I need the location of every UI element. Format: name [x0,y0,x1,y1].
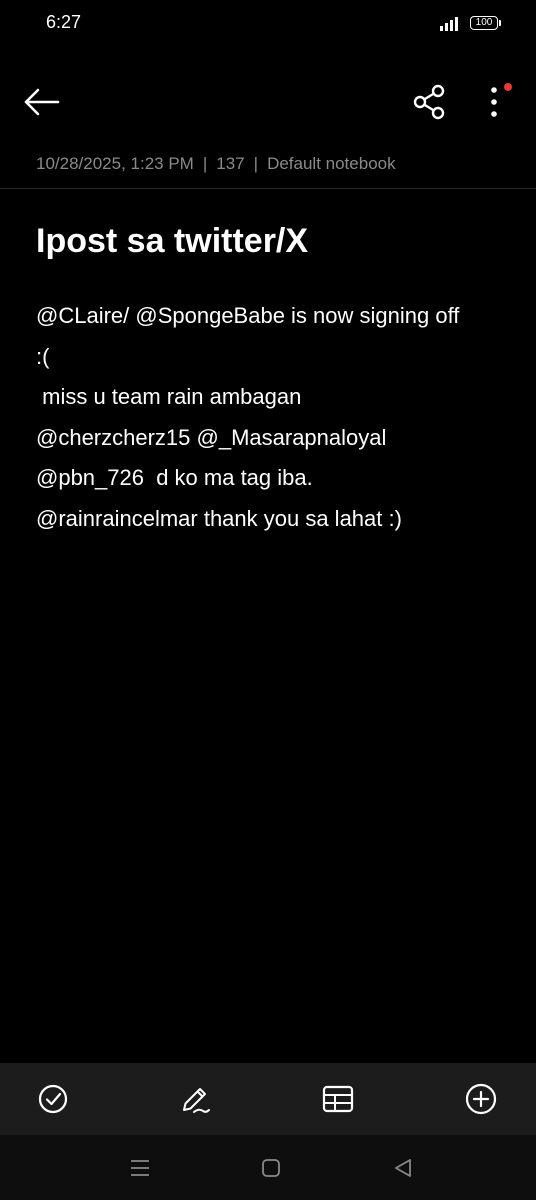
char-count: 137 [216,154,245,173]
more-options-button[interactable] [478,80,512,124]
checkbox-circle-icon [38,1084,68,1114]
nav-back-button[interactable] [390,1155,416,1181]
system-nav-bar [0,1135,536,1200]
share-button[interactable] [410,82,450,122]
recents-button[interactable] [127,1155,153,1181]
add-button[interactable] [463,1081,499,1117]
note-body-line: @cherzcherz15 @_Masarapnaloyal [36,424,387,450]
note-body-line: miss u team rain ambagan [36,384,302,409]
battery-level: 100 [470,16,498,30]
nav-back-icon [395,1159,411,1177]
note-date: 10/28/2025, 1:23 PM [36,154,194,173]
note-body-line: @rainraincelmar thank you sa lahat :) [36,505,402,531]
share-icon [413,84,445,120]
header-divider [0,188,536,189]
note-body[interactable]: @CLaire/ @SpongeBabe is now signing off … [36,296,506,539]
back-button[interactable] [20,82,64,122]
note-body-line: @CLaire/ @SpongeBabe is now signing off [36,303,460,328]
signal-bars-icon [440,17,458,31]
battery-tip [499,20,501,26]
notebook-link[interactable]: Default notebook [267,154,396,173]
status-bar: 6:27 100 [0,0,536,50]
note-title[interactable]: Ipost sa twitter/X [36,222,308,261]
add-circle-icon [465,1083,497,1115]
meta-separator: | [202,154,208,173]
note-toolbar [0,70,536,134]
home-icon [262,1159,280,1177]
note-body-line: :( [36,343,50,369]
recents-icon [131,1160,149,1176]
table-icon [322,1085,354,1113]
battery-icon: 100 [470,15,504,33]
home-button[interactable] [258,1155,284,1181]
pen-button[interactable] [177,1081,213,1117]
status-time: 6:27 [46,12,82,32]
table-button[interactable] [320,1081,356,1117]
meta-separator: | [253,154,259,173]
pen-icon [183,1088,210,1113]
note-body-line: @pbn_726 d ko ma tag iba. [36,465,313,490]
notification-dot [504,83,512,91]
checklist-button[interactable] [35,1081,71,1117]
note-bottom-toolbar [0,1063,536,1135]
note-meta: 10/28/2025, 1:23 PM | 137 | Default notebook [36,154,396,174]
arrow-left-icon [24,88,60,116]
